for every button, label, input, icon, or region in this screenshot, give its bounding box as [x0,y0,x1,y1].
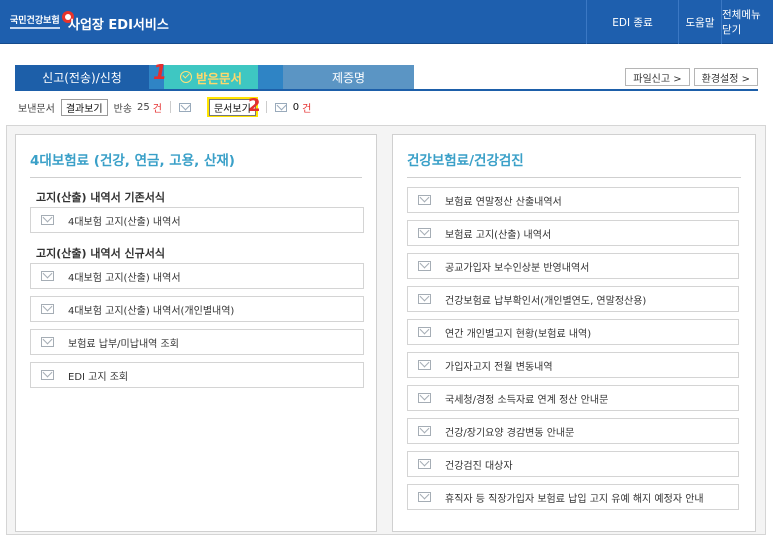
envelope-icon [418,327,431,337]
tab-report-send[interactable]: 신고(전송)/신청 [15,65,149,89]
divider [30,177,362,178]
divider [169,101,171,113]
return-count: 25 [137,101,150,113]
list-item-label: 연간 개인별고지 현황(보험료 내역) [445,328,592,340]
tab-certificate[interactable]: 제증명 [283,65,414,89]
list-item[interactable]: 휴직자 등 직장가입자 보험료 납입 고지 유예 해지 예정자 안내 [407,484,739,510]
list-item[interactable]: 보험료 연말정산 산출내역서 [407,187,739,213]
envelope-icon [41,215,54,225]
envelope-icon [418,360,431,370]
print-doc-icon [274,102,287,112]
app-title: 사업장 EDI서비스 [68,18,169,33]
envelope-icon [418,459,431,469]
annotation-step-2: 2 [248,95,261,116]
list-item-label: 보험료 고지(산출) 내역서 [445,229,552,241]
envelope-icon [418,492,431,502]
settings-button[interactable]: 환경설정 > [693,68,758,86]
insurance-4-panel: 4대보험료 (건강, 연금, 고용, 산재) 고지(산출) 내역서 기존서식 4… [15,134,377,532]
list-item[interactable]: 보험료 납부/미납내역 조회 [30,329,364,355]
list-item-label: 건강검진 대상자 [445,460,513,472]
mail-icon [178,102,191,112]
list-item-label: EDI 고지 조회 [68,371,129,383]
list-item[interactable]: 연간 개인별고지 현황(보험료 내역) [407,319,739,345]
list-item-label: 보험료 연말정산 산출내역서 [445,196,562,208]
edi-exit-button[interactable]: EDI 종료 [586,0,678,44]
envelope-icon [41,271,54,281]
divider [407,177,741,178]
content-area: 4대보험료 (건강, 연금, 고용, 산재) 고지(산출) 내역서 기존서식 4… [6,125,766,535]
print-count-unit: 건 [302,103,312,115]
panel-title: 건강보험료/건강검진 [407,153,524,169]
panel-title: 4대보험료 (건강, 연금, 고용, 산재) [30,153,235,169]
print-count: 0 [292,101,300,113]
list-item-label: 건강/장기요양 경감변동 안내문 [445,427,575,439]
return-label: 반송 [113,103,133,115]
envelope-icon [418,294,431,304]
tab-received-label: 받은문서 [195,70,242,86]
group-title-existing: 고지(산출) 내역서 기존서식 [36,191,166,204]
envelope-icon [418,195,431,205]
list-item-label: 공교가입자 보수인상분 반영내역서 [445,262,590,274]
check-circle-icon [179,71,192,83]
envelope-icon [41,370,54,380]
envelope-icon [418,228,431,238]
envelope-icon [418,261,431,271]
list-item-label: 4대보험 고지(산출) 내역서 [68,272,181,284]
tab-received-highlight: 받은문서 [164,65,258,89]
nhis-logo[interactable]: 국민건강보험 [10,11,74,29]
top-header-bar: 국민건강보험 사업장 EDI서비스 EDI 종료 도움말 전체메뉴 닫기 [0,0,773,44]
list-item-label: 가입자고지 전월 변동내역 [445,361,553,373]
divider [265,101,267,113]
list-item[interactable]: 가입자고지 전월 변동내역 [407,352,739,378]
list-item-label: 4대보험 고지(산출) 내역서(개인별내역) [68,305,235,317]
list-item[interactable]: 건강검진 대상자 [407,451,739,477]
envelope-icon [418,393,431,403]
tab-received-docs[interactable]: 받은문서 [149,65,283,89]
right-action-buttons: 파일신고 > 환경설정 > [625,68,758,86]
result-view-button[interactable]: 결과보기 [60,98,108,116]
health-insurance-panel: 건강보험료/건강검진 보험료 연말정산 산출내역서 보험료 고지(산출) 내역서… [392,134,756,532]
list-item-label: 보험료 납부/미납내역 조회 [68,338,179,350]
list-item[interactable]: 건강보험료 납부확인서(개인별연도, 연말정산용) [407,286,739,312]
logo-text: 국민건강보험 [10,13,60,29]
list-item[interactable]: 보험료 고지(산출) 내역서 [407,220,739,246]
list-item-label: 국세청/경정 소득자료 연계 정산 안내문 [445,394,609,406]
annotation-step-1: 1 [153,60,167,84]
envelope-icon [41,337,54,347]
envelope-icon [418,426,431,436]
close-all-menu-button[interactable]: 전체메뉴 닫기 [721,0,773,44]
top-menu: EDI 종료 도움말 전체메뉴 닫기 [586,0,773,44]
list-item[interactable]: 건강/장기요양 경감변동 안내문 [407,418,739,444]
list-item[interactable]: 국세청/경정 소득자료 연계 정산 안내문 [407,385,739,411]
help-button[interactable]: 도움말 [678,0,721,44]
list-item[interactable]: 4대보험 고지(산출) 내역서(개인별내역) [30,296,364,322]
return-count-unit: 건 [152,103,162,115]
filter-row: 보낸문서 결과보기 반송 25 건 문서보기 0 건 [15,97,311,117]
list-item[interactable]: EDI 고지 조회 [30,362,364,388]
list-item[interactable]: 4대보험 고지(산출) 내역서 [30,263,364,289]
list-item[interactable]: 4대보험 고지(산출) 내역서 [30,207,364,233]
list-item-label: 건강보험료 납부확인서(개인별연도, 연말정산용) [445,295,647,307]
sent-docs-label: 보낸문서 [18,103,55,115]
group-title-new: 고지(산출) 내역서 신규서식 [36,247,166,260]
envelope-icon [41,304,54,314]
main-tabs: 신고(전송)/신청 받은문서 제증명 [15,65,414,89]
list-item[interactable]: 공교가입자 보수인상분 반영내역서 [407,253,739,279]
file-report-button[interactable]: 파일신고 > [625,68,690,86]
list-item-label: 휴직자 등 직장가입자 보험료 납입 고지 유예 해지 예정자 안내 [445,493,704,505]
list-item-label: 4대보험 고지(산출) 내역서 [68,216,181,228]
tab-underline [15,89,758,91]
